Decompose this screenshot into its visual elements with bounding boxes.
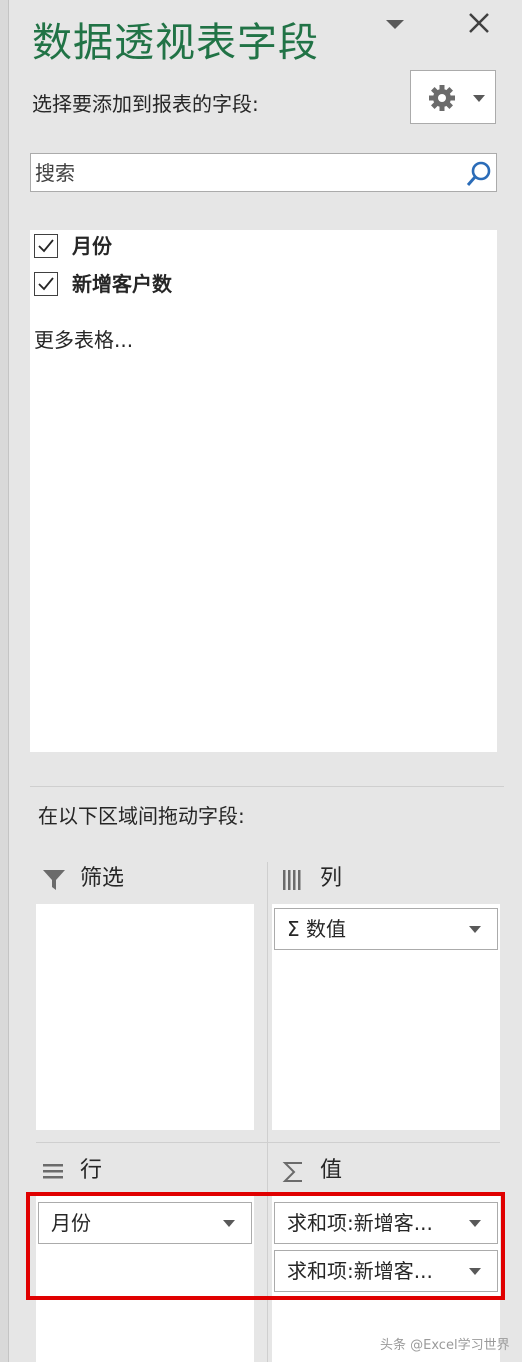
sigma-icon: [282, 1162, 302, 1182]
values-field-sum-new-customers-1[interactable]: 求和项:新增客...: [274, 1202, 498, 1244]
rows-icon: [43, 1164, 63, 1179]
filter-icon: [43, 870, 65, 890]
values-field-sum-new-customers-2[interactable]: 求和项:新增客...: [274, 1250, 498, 1292]
more-tables-link[interactable]: 更多表格...: [34, 326, 133, 354]
chevron-down-icon[interactable]: [223, 1220, 235, 1227]
close-icon[interactable]: [462, 6, 496, 40]
pill-label: Σ 数值: [287, 917, 346, 941]
panel-left-edge: [0, 0, 9, 1362]
field-checkbox-month[interactable]: [34, 234, 58, 258]
chevron-down-icon[interactable]: [469, 1268, 481, 1275]
search-icon[interactable]: [465, 160, 493, 188]
divider: [30, 786, 504, 787]
panel-title: 数据透视表字段: [32, 20, 319, 66]
watermark: 头条 @Excel学习世界: [380, 1338, 510, 1353]
rows-area-label: 行: [80, 1158, 103, 1183]
divider: [36, 1142, 500, 1143]
columns-icon: [283, 870, 301, 890]
divider: [267, 862, 268, 1362]
chevron-down-icon[interactable]: [469, 926, 481, 933]
field-list: 月份 新增客户数 更多表格...: [30, 230, 497, 752]
areas-instruction: 在以下区域间拖动字段:: [38, 804, 245, 828]
search-input[interactable]: [33, 156, 457, 189]
field-settings-button[interactable]: [410, 70, 496, 124]
panel-options-dropdown-icon[interactable]: [386, 20, 404, 29]
pill-label: 月份: [51, 1211, 91, 1235]
search-box: [30, 153, 497, 192]
columns-drop-zone[interactable]: Σ 数值: [272, 904, 500, 1130]
filter-area-label: 筛选: [80, 866, 125, 891]
field-checkbox-new-customers[interactable]: [34, 272, 58, 296]
checkmark-icon: [38, 277, 54, 291]
columns-area-label: 列: [320, 866, 343, 891]
chevron-down-icon: [473, 95, 485, 102]
choose-fields-label: 选择要添加到报表的字段:: [32, 92, 259, 116]
values-area-label: 值: [320, 1158, 343, 1183]
field-label: 月份: [72, 234, 112, 258]
gear-icon: [429, 85, 455, 111]
rows-drop-zone[interactable]: 月份: [36, 1196, 254, 1362]
columns-field-values[interactable]: Σ 数值: [274, 908, 498, 950]
field-label: 新增客户数: [72, 272, 172, 296]
pill-label: 求和项:新增客...: [287, 1259, 433, 1283]
rows-field-month[interactable]: 月份: [38, 1202, 252, 1244]
checkmark-icon: [38, 239, 54, 253]
chevron-down-icon[interactable]: [469, 1220, 481, 1227]
filter-drop-zone[interactable]: [36, 904, 254, 1130]
pill-label: 求和项:新增客...: [287, 1211, 433, 1235]
